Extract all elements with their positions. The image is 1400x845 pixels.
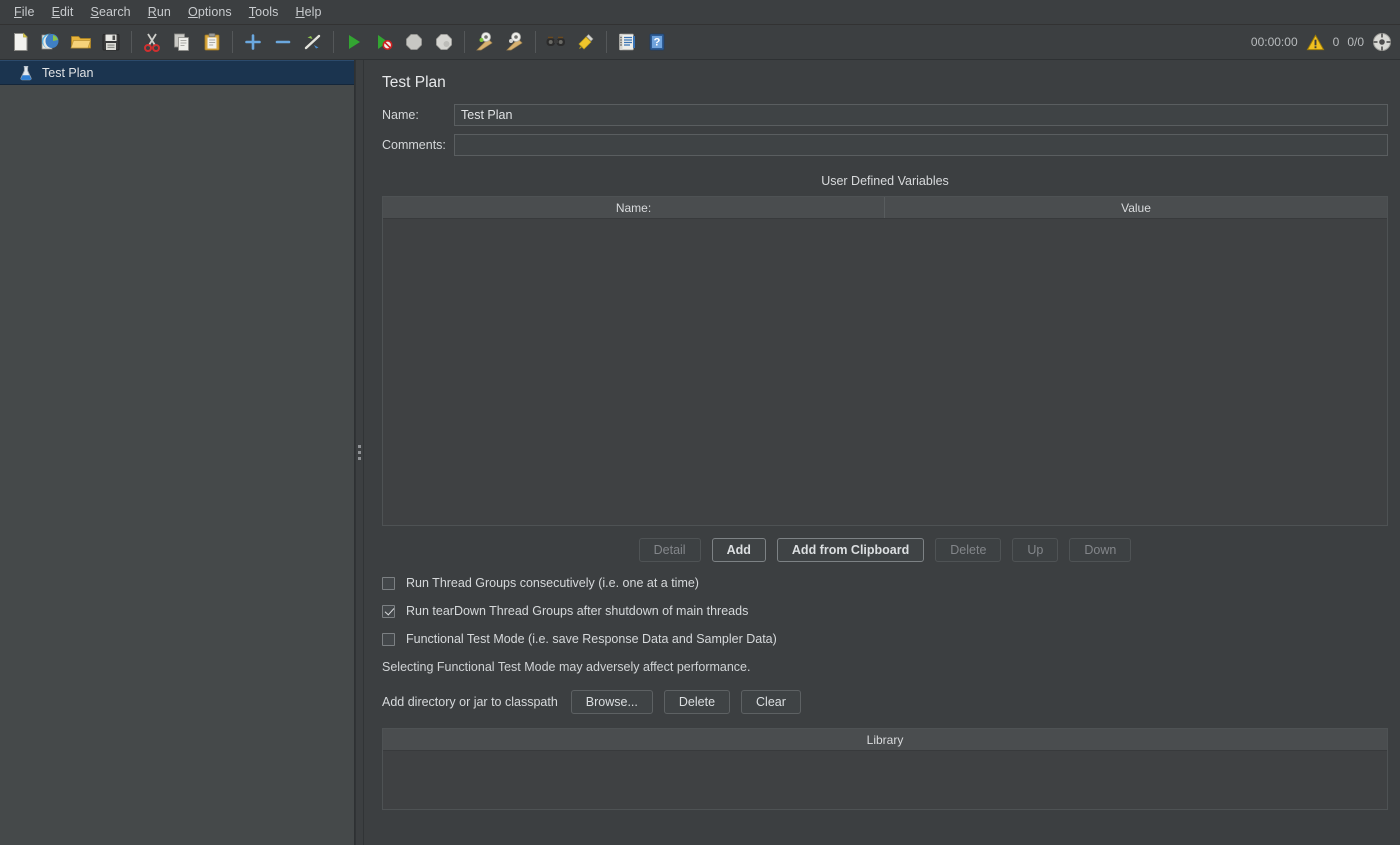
add-from-clipboard-button[interactable]: Add from Clipboard xyxy=(776,538,925,562)
open-folder-icon[interactable] xyxy=(67,28,95,56)
menu-help[interactable]: Help xyxy=(287,2,330,22)
function-helper-icon[interactable] xyxy=(613,28,641,56)
toolbar-status-area: 00:00:00 0 0/0 xyxy=(1251,25,1392,59)
delete-variable-button[interactable]: Delete xyxy=(935,538,1002,562)
cut-icon[interactable] xyxy=(138,28,166,56)
copy-icon[interactable] xyxy=(168,28,196,56)
run-teardown-label: Run tearDown Thread Groups after shutdow… xyxy=(406,604,749,618)
run-teardown-checkbox[interactable] xyxy=(382,604,395,618)
menu-file[interactable]: File xyxy=(6,2,44,22)
toggle-icon[interactable] xyxy=(299,28,327,56)
library-table-body[interactable] xyxy=(383,751,1387,809)
start-no-pauses-icon[interactable] xyxy=(370,28,398,56)
menu-edit-rest: dit xyxy=(60,5,74,19)
add-button[interactable]: Add xyxy=(711,538,766,562)
library-column-header[interactable]: Library xyxy=(383,729,1387,751)
test-plan-tree[interactable]: Test Plan xyxy=(0,60,355,845)
toolbar-separator-4 xyxy=(464,31,465,53)
comments-field-row: Comments: xyxy=(382,134,1388,156)
udv-column-value[interactable]: Value xyxy=(885,197,1387,218)
menu-options-rest: ptions xyxy=(197,5,232,19)
search-icon[interactable] xyxy=(542,28,570,56)
save-icon[interactable] xyxy=(97,28,125,56)
paste-icon[interactable] xyxy=(198,28,226,56)
toolbar: ? 00:00:00 0 0/0 xyxy=(0,25,1400,60)
move-down-button[interactable]: Down xyxy=(1069,538,1132,562)
svg-text:?: ? xyxy=(654,37,661,49)
clear-icon[interactable] xyxy=(471,28,499,56)
library-table[interactable]: Library xyxy=(382,728,1388,810)
split-divider-grip xyxy=(358,445,361,460)
name-label: Name: xyxy=(382,108,419,122)
checkbox-run-consecutively[interactable]: Run Thread Groups consecutively (i.e. on… xyxy=(382,576,1388,590)
clear-classpath-button[interactable]: Clear xyxy=(741,690,801,714)
split-divider[interactable] xyxy=(355,60,364,845)
tree-item-label: Test Plan xyxy=(42,65,94,80)
collapse-all-icon[interactable] xyxy=(269,28,297,56)
thread-count: 0/0 xyxy=(1347,35,1364,49)
functional-test-mode-label: Functional Test Mode (i.e. save Response… xyxy=(406,632,777,646)
start-icon[interactable] xyxy=(340,28,368,56)
page-title: Test Plan xyxy=(382,74,446,91)
menu-help-rest: elp xyxy=(304,5,322,19)
test-plan-editor: Test Plan Name: Comments: User Defined V… xyxy=(364,60,1400,845)
classpath-row: Add directory or jar to classpath Browse… xyxy=(382,690,1388,714)
menu-search-rest: earch xyxy=(98,5,131,19)
clear-all-icon[interactable] xyxy=(501,28,529,56)
toolbar-separator-6 xyxy=(606,31,607,53)
udv-section-title: User Defined Variables xyxy=(821,174,949,188)
toolbar-separator-5 xyxy=(535,31,536,53)
classpath-label: Add directory or jar to classpath xyxy=(382,695,558,709)
stop-icon[interactable] xyxy=(400,28,428,56)
new-document-icon[interactable] xyxy=(7,28,35,56)
user-defined-variables-table[interactable]: Name: Value xyxy=(382,196,1388,526)
comments-input[interactable] xyxy=(454,134,1388,156)
menu-bar: File Edit Search Run Options Tools Help xyxy=(0,0,1400,25)
templates-icon[interactable] xyxy=(37,28,65,56)
search-reset-icon[interactable] xyxy=(572,28,600,56)
menu-tools[interactable]: Tools xyxy=(241,2,288,22)
menu-file-rest: ile xyxy=(21,5,35,19)
detail-button[interactable]: Detail xyxy=(638,538,701,562)
move-up-button[interactable]: Up xyxy=(1012,538,1059,562)
warning-count: 0 xyxy=(1332,35,1340,49)
tree-item-test-plan[interactable]: Test Plan xyxy=(0,60,354,85)
checkbox-run-teardown[interactable]: Run tearDown Thread Groups after shutdow… xyxy=(382,604,1388,618)
shutdown-icon[interactable] xyxy=(430,28,458,56)
elapsed-time: 00:00:00 xyxy=(1250,35,1298,49)
jmeter-window: File Edit Search Run Options Tools Help xyxy=(0,0,1400,845)
comments-label: Comments: xyxy=(382,138,446,152)
menu-edit[interactable]: Edit xyxy=(44,2,83,22)
toolbar-separator-1 xyxy=(131,31,132,53)
toolbar-separator-3 xyxy=(333,31,334,53)
browse-button[interactable]: Browse... xyxy=(570,690,653,714)
functional-mode-note: Selecting Functional Test Mode may adver… xyxy=(382,660,751,674)
udv-table-body[interactable] xyxy=(383,219,1387,525)
menu-run-rest: un xyxy=(156,5,171,19)
toolbar-separator-2 xyxy=(232,31,233,53)
expand-all-icon[interactable] xyxy=(239,28,267,56)
menu-tools-rest: ools xyxy=(255,5,279,19)
menu-run[interactable]: Run xyxy=(140,2,180,22)
checkbox-functional-test-mode[interactable]: Functional Test Mode (i.e. save Response… xyxy=(382,632,1388,646)
functional-test-mode-checkbox[interactable] xyxy=(382,632,395,646)
udv-button-row: Detail Add Add from Clipboard Delete Up … xyxy=(382,538,1388,562)
test-plan-flask-icon xyxy=(18,65,34,81)
udv-table-header: Name: Value xyxy=(383,197,1387,219)
delete-classpath-button[interactable]: Delete xyxy=(663,690,731,714)
run-consecutively-checkbox[interactable] xyxy=(382,576,395,590)
udv-column-name[interactable]: Name: xyxy=(383,197,885,218)
help-icon[interactable]: ? xyxy=(643,28,671,56)
name-input[interactable] xyxy=(454,104,1388,126)
run-consecutively-label: Run Thread Groups consecutively (i.e. on… xyxy=(406,576,699,590)
remote-connection-icon[interactable] xyxy=(1372,32,1392,52)
warning-triangle-icon[interactable] xyxy=(1306,33,1325,52)
main-split-pane: Test Plan Test Plan Name: Comments: User… xyxy=(0,60,1400,845)
name-field-row: Name: xyxy=(382,104,1388,126)
menu-options[interactable]: Options xyxy=(180,2,241,22)
menu-search[interactable]: Search xyxy=(83,2,140,22)
